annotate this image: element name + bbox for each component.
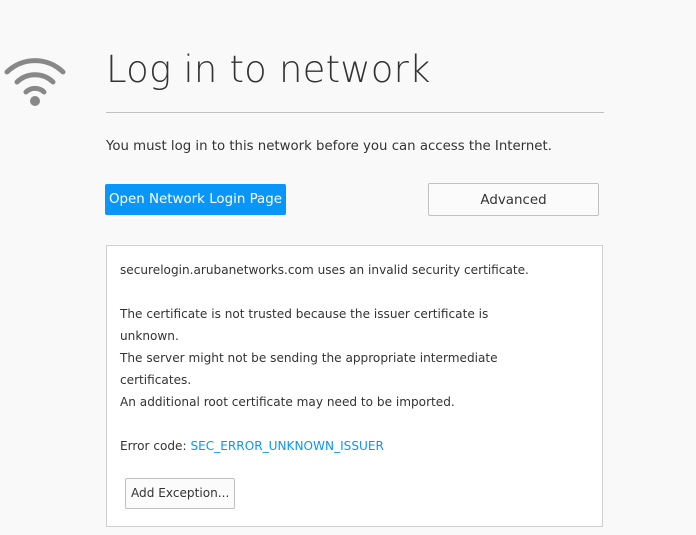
wifi-icon xyxy=(4,58,66,106)
error-code-link[interactable]: SEC_ERROR_UNKNOWN_ISSUER xyxy=(190,439,384,453)
intermediate-text-line-2: certificates. xyxy=(120,373,192,387)
intermediate-text-line-1: The server might not be sending the appr… xyxy=(120,351,498,365)
advanced-button[interactable]: Advanced xyxy=(428,183,599,216)
not-trusted-text-line-2: unknown. xyxy=(120,329,179,343)
error-code-row: Error code: SEC_ERROR_UNKNOWN_ISSUER xyxy=(120,435,384,457)
root-cert-text: An additional root certificate may need … xyxy=(120,395,455,409)
error-code-label: Error code: xyxy=(120,439,187,453)
page-title: Log in to network xyxy=(106,48,431,91)
open-login-page-button[interactable]: Open Network Login Page xyxy=(105,184,286,215)
not-trusted-text-line-1: The certificate is not trusted because t… xyxy=(120,307,489,321)
certificate-details-panel: securelogin.arubanetworks.com uses an in… xyxy=(106,245,603,527)
invalid-cert-text: securelogin.arubanetworks.com uses an in… xyxy=(120,263,529,277)
add-exception-button[interactable]: Add Exception... xyxy=(125,478,236,509)
title-divider xyxy=(106,112,604,113)
page-description: You must log in to this network before y… xyxy=(106,139,552,154)
page-body: Log in to network You must log in to thi… xyxy=(0,0,696,535)
